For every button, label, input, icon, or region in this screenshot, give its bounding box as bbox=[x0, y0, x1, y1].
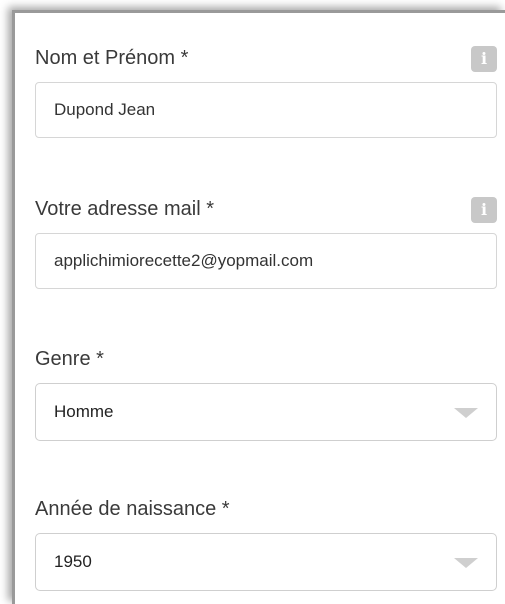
birth-year-select[interactable]: 1950 bbox=[35, 533, 497, 591]
gender-field-group: Genre * Homme bbox=[35, 347, 497, 447]
name-field-label: Nom et Prénom * bbox=[35, 47, 189, 69]
gender-select-value: Homme bbox=[54, 402, 114, 421]
gender-select[interactable]: Homme bbox=[35, 383, 497, 441]
email-field-label: Votre adresse mail * bbox=[35, 198, 214, 220]
info-icon[interactable]: i bbox=[471, 46, 497, 72]
name-input[interactable]: Dupond Jean bbox=[35, 82, 497, 138]
email-field-group: Votre adresse mail * i applichimiorecett… bbox=[35, 197, 497, 297]
gender-field-label: Genre * bbox=[35, 348, 104, 370]
birth-year-field-group: Année de naissance * 1950 bbox=[35, 497, 497, 597]
email-input[interactable]: applichimiorecette2@yopmail.com bbox=[35, 233, 497, 289]
birth-year-field-label: Année de naissance * bbox=[35, 498, 230, 520]
form-panel: Nom et Prénom * i Dupond Jean Votre adre… bbox=[12, 10, 505, 604]
birth-year-select-value: 1950 bbox=[54, 552, 92, 571]
chevron-down-icon bbox=[454, 558, 478, 568]
chevron-down-icon bbox=[454, 408, 478, 418]
name-field-group: Nom et Prénom * i Dupond Jean bbox=[35, 46, 497, 146]
info-icon[interactable]: i bbox=[471, 197, 497, 223]
